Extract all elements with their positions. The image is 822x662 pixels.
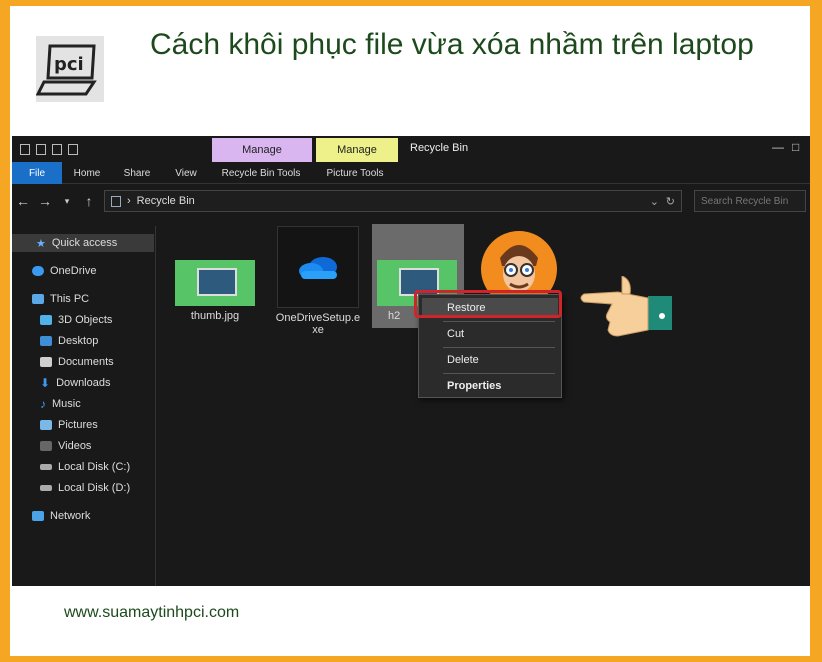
monitor-icon — [32, 294, 44, 304]
up-arrow-icon[interactable]: ↑ — [78, 193, 100, 209]
menu-item-properties[interactable]: Properties — [419, 375, 561, 397]
sidebar-item-label: This PC — [50, 293, 90, 305]
menu-separator — [443, 347, 555, 348]
address-dropdown-icon[interactable]: ⌄ — [650, 195, 659, 208]
sidebar-item-label: 3D Objects — [58, 314, 113, 326]
recycle-bin-icon[interactable] — [20, 143, 30, 155]
sidebar-item-music[interactable]: ♪ Music — [40, 395, 81, 413]
drive-icon — [40, 464, 52, 470]
website-url: www.suamaytinhpci.com — [64, 604, 240, 621]
sidebar-item-3d-objects[interactable]: 3D Objects — [40, 311, 112, 329]
menu-item-cut[interactable]: Cut — [419, 323, 561, 345]
refresh-icon[interactable]: ↻ — [666, 195, 675, 208]
sidebar-item-this-pc[interactable]: This PC — [32, 290, 89, 308]
logo-text: pci — [54, 54, 84, 75]
sidebar-item-label: OneDrive — [50, 265, 97, 277]
picture-icon — [40, 420, 52, 430]
sidebar-item-label: Pictures — [58, 419, 98, 431]
video-icon — [40, 441, 52, 451]
recent-dropdown-icon[interactable]: ▾ — [56, 196, 78, 207]
tab-picture-tools[interactable]: Picture Tools — [312, 162, 398, 184]
tab-file[interactable]: File — [12, 162, 62, 184]
pointing-hand-icon — [580, 275, 672, 337]
network-icon — [32, 511, 44, 521]
search-input[interactable]: Search Recycle Bin — [694, 190, 806, 212]
forward-arrow-icon[interactable]: → — [34, 193, 56, 209]
sidebar-item-onedrive[interactable]: OneDrive — [32, 262, 96, 280]
cloud-icon — [32, 266, 44, 276]
onedrive-cloud-icon — [299, 257, 337, 279]
address-bar[interactable]: › Recycle Bin ⌄ ↻ — [104, 190, 682, 212]
sidebar-item-label: Local Disk (C:) — [58, 461, 131, 473]
sidebar-item-label: Network — [50, 510, 91, 522]
back-arrow-icon[interactable]: ← — [12, 193, 34, 209]
file-name: thumb.jpg — [190, 310, 240, 322]
menu-separator — [443, 321, 555, 322]
sidebar-item-network[interactable]: Network — [32, 507, 90, 525]
sidebar-item-desktop[interactable]: Desktop — [40, 332, 98, 350]
document-icon — [40, 357, 52, 367]
ribbon-tabs: File Home Share View Recycle Bin Tools P… — [12, 162, 810, 184]
sidebar-item-label: Downloads — [56, 377, 111, 389]
star-icon: ★ — [36, 237, 46, 250]
sidebar-item-local-disk-d[interactable]: Local Disk (D:) — [40, 479, 130, 497]
sidebar-item-documents[interactable]: Documents — [40, 353, 114, 371]
sidebar-item-label: Music — [52, 398, 81, 410]
pci-logo: pci — [36, 36, 104, 102]
menu-item-delete[interactable]: Delete — [419, 349, 561, 371]
sidebar-item-videos[interactable]: Videos — [40, 437, 91, 455]
tab-recycle-bin-tools[interactable]: Recycle Bin Tools — [210, 162, 312, 184]
restore-highlight-box — [414, 290, 562, 318]
sidebar-item-local-disk-c[interactable]: Local Disk (C:) — [40, 458, 130, 476]
pointing-hand-illustration — [578, 275, 674, 350]
file-list: thumb.jpg OneDriveSetup.e xe h2 Restore … — [156, 216, 810, 586]
file-item-thumb[interactable]: thumb.jpg — [172, 260, 258, 322]
tab-home[interactable]: Home — [62, 162, 112, 184]
article-card: pci Cách khôi phục file vừa xóa nhầm trê… — [10, 6, 810, 656]
tab-view[interactable]: View — [162, 162, 210, 184]
article-title: Cách khôi phục file vừa xóa nhầm trên la… — [150, 28, 754, 61]
menu-separator — [443, 373, 555, 374]
undo-icon[interactable] — [68, 143, 78, 155]
sidebar-item-quick-access[interactable]: ★ Quick access — [12, 234, 154, 252]
address-separator: › — [127, 195, 131, 207]
sidebar-item-pictures[interactable]: Pictures — [40, 416, 98, 434]
sidebar-item-label: Desktop — [58, 335, 99, 347]
file-name-line2: xe — [312, 324, 324, 336]
download-icon: ⬇ — [40, 376, 51, 390]
drive-icon — [40, 485, 52, 491]
properties-icon[interactable] — [36, 143, 46, 155]
file-name-line1: OneDriveSetup.e — [275, 312, 361, 324]
laptop-logo-icon: pci — [36, 36, 104, 102]
minimize-icon[interactable]: — — [772, 140, 784, 154]
address-row: ← → ▾ ↑ › Recycle Bin ⌄ ↻ Search Recycle… — [12, 188, 810, 214]
window-title: Recycle Bin — [410, 142, 469, 154]
desktop-icon — [40, 336, 52, 346]
file-explorer-window: Manage Manage Recycle Bin — □ File Home … — [12, 136, 810, 586]
quick-access-toolbar — [12, 136, 212, 162]
sidebar-item-downloads[interactable]: ⬇ Downloads — [40, 374, 110, 392]
sidebar-item-label: Local Disk (D:) — [58, 482, 131, 494]
cube-icon — [40, 315, 52, 325]
maximize-icon[interactable]: □ — [792, 140, 799, 154]
file-item-onedrive-setup[interactable]: OneDriveSetup.e xe — [272, 226, 364, 336]
image-thumbnail — [175, 260, 255, 306]
sidebar-item-label: Documents — [58, 356, 114, 368]
navigation-pane: ★ Quick access OneDrive This PC 3D Objec… — [12, 226, 156, 586]
sidebar-item-label: Videos — [58, 440, 92, 452]
sidebar-item-label: Quick access — [51, 237, 118, 249]
tab-share[interactable]: Share — [112, 162, 162, 184]
manage-group-label-1: Manage — [212, 138, 312, 162]
manage-group-label-2: Manage — [316, 138, 398, 162]
address-path: Recycle Bin — [136, 195, 195, 207]
onedrive-thumbnail — [277, 226, 359, 308]
folder-icon[interactable] — [52, 143, 62, 155]
recycle-bin-icon — [111, 195, 121, 207]
music-icon: ♪ — [40, 397, 46, 411]
